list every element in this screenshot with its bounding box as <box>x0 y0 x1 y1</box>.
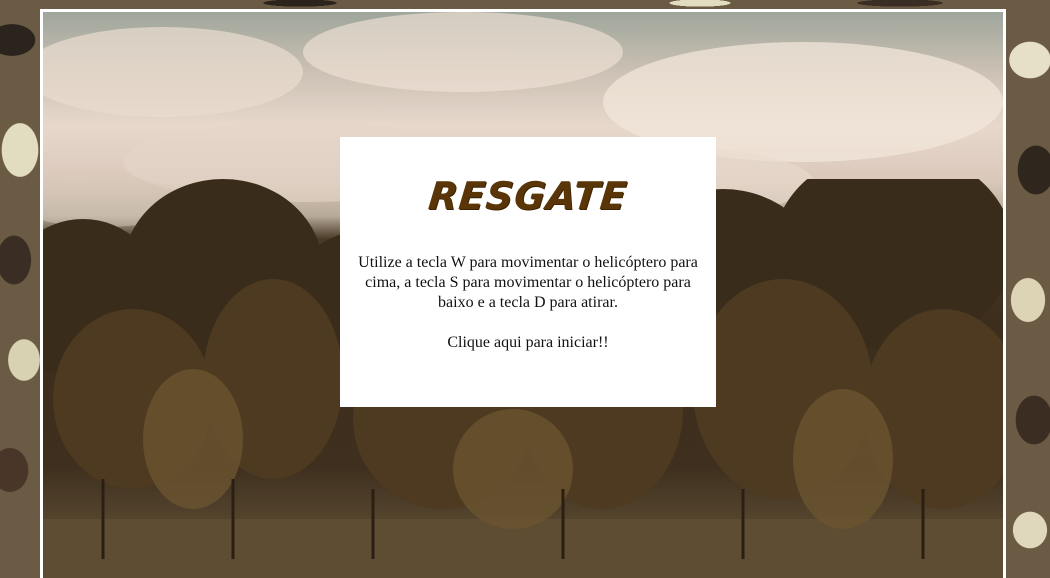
instructions-text: Utilize a tecla W para movimentar o heli… <box>358 254 698 311</box>
start-dialog: RESGATE Utilize a tecla W para movimenta… <box>340 137 716 407</box>
start-game-link[interactable]: Clique aqui para iniciar!! <box>447 334 608 352</box>
game-title: RESGATE <box>426 174 630 218</box>
game-canvas[interactable]: RESGATE Utilize a tecla W para movimenta… <box>40 9 1006 578</box>
page: { "game": { "title": "RESGATE", "instruc… <box>0 0 1050 578</box>
